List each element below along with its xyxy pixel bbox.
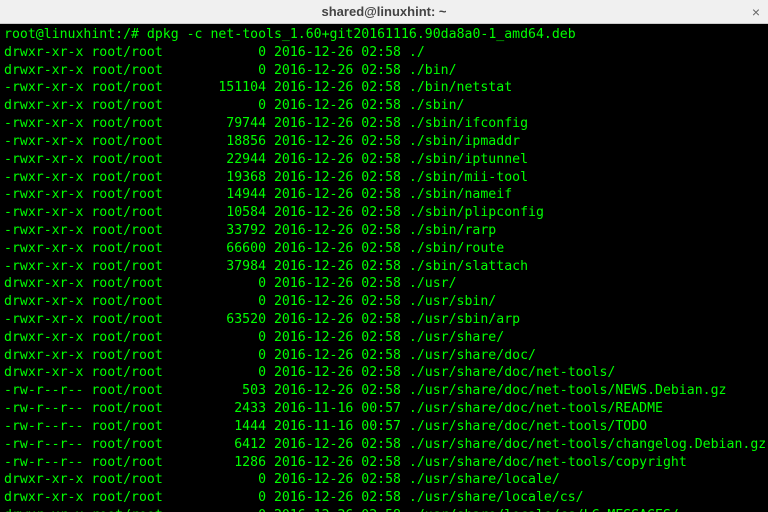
- file-listing-row: drwxr-xr-x root/root 0 2016-12-26 02:58 …: [4, 293, 764, 311]
- file-listing-row: -rw-r--r-- root/root 6412 2016-12-26 02:…: [4, 436, 764, 454]
- file-listing-row: -rwxr-xr-x root/root 19368 2016-12-26 02…: [4, 169, 764, 187]
- window-title: shared@linuxhint: ~: [322, 4, 447, 19]
- file-listing-row: drwxr-xr-x root/root 0 2016-12-26 02:58 …: [4, 364, 764, 382]
- file-listing-row: -rw-r--r-- root/root 503 2016-12-26 02:5…: [4, 382, 764, 400]
- file-listing-row: drwxr-xr-x root/root 0 2016-12-26 02:58 …: [4, 329, 764, 347]
- shell-command: dpkg -c net-tools_1.60+git20161116.90da8…: [139, 27, 576, 42]
- file-listing: drwxr-xr-x root/root 0 2016-12-26 02:58 …: [4, 44, 764, 512]
- terminal-area[interactable]: root@linuxhint:/# dpkg -c net-tools_1.60…: [0, 24, 768, 512]
- file-listing-row: -rwxr-xr-x root/root 22944 2016-12-26 02…: [4, 151, 764, 169]
- file-listing-row: -rwxr-xr-x root/root 151104 2016-12-26 0…: [4, 79, 764, 97]
- file-listing-row: -rw-r--r-- root/root 2433 2016-11-16 00:…: [4, 400, 764, 418]
- file-listing-row: drwxr-xr-x root/root 0 2016-12-26 02:58 …: [4, 44, 764, 62]
- file-listing-row: -rw-r--r-- root/root 1444 2016-11-16 00:…: [4, 418, 764, 436]
- file-listing-row: drwxr-xr-x root/root 0 2016-12-26 02:58 …: [4, 275, 764, 293]
- file-listing-row: -rwxr-xr-x root/root 18856 2016-12-26 02…: [4, 133, 764, 151]
- file-listing-row: drwxr-xr-x root/root 0 2016-12-26 02:58 …: [4, 97, 764, 115]
- file-listing-row: drwxr-xr-x root/root 0 2016-12-26 02:58 …: [4, 347, 764, 365]
- file-listing-row: drwxr-xr-x root/root 0 2016-12-26 02:58 …: [4, 489, 764, 507]
- file-listing-row: -rwxr-xr-x root/root 37984 2016-12-26 02…: [4, 258, 764, 276]
- file-listing-row: -rwxr-xr-x root/root 63520 2016-12-26 02…: [4, 311, 764, 329]
- file-listing-row: drwxr-xr-x root/root 0 2016-12-26 02:58 …: [4, 62, 764, 80]
- file-listing-row: -rwxr-xr-x root/root 33792 2016-12-26 02…: [4, 222, 764, 240]
- file-listing-row: drwxr-xr-x root/root 0 2016-12-26 02:58 …: [4, 507, 764, 512]
- file-listing-row: -rw-r--r-- root/root 1286 2016-12-26 02:…: [4, 454, 764, 472]
- file-listing-row: -rwxr-xr-x root/root 79744 2016-12-26 02…: [4, 115, 764, 133]
- shell-prompt: root@linuxhint:/#: [4, 27, 139, 42]
- window-titlebar: shared@linuxhint: ~ ×: [0, 0, 768, 24]
- file-listing-row: -rwxr-xr-x root/root 10584 2016-12-26 02…: [4, 204, 764, 222]
- close-icon[interactable]: ×: [752, 4, 760, 20]
- file-listing-row: drwxr-xr-x root/root 0 2016-12-26 02:58 …: [4, 471, 764, 489]
- file-listing-row: -rwxr-xr-x root/root 14944 2016-12-26 02…: [4, 186, 764, 204]
- file-listing-row: -rwxr-xr-x root/root 66600 2016-12-26 02…: [4, 240, 764, 258]
- shell-prompt-line: root@linuxhint:/# dpkg -c net-tools_1.60…: [4, 26, 764, 44]
